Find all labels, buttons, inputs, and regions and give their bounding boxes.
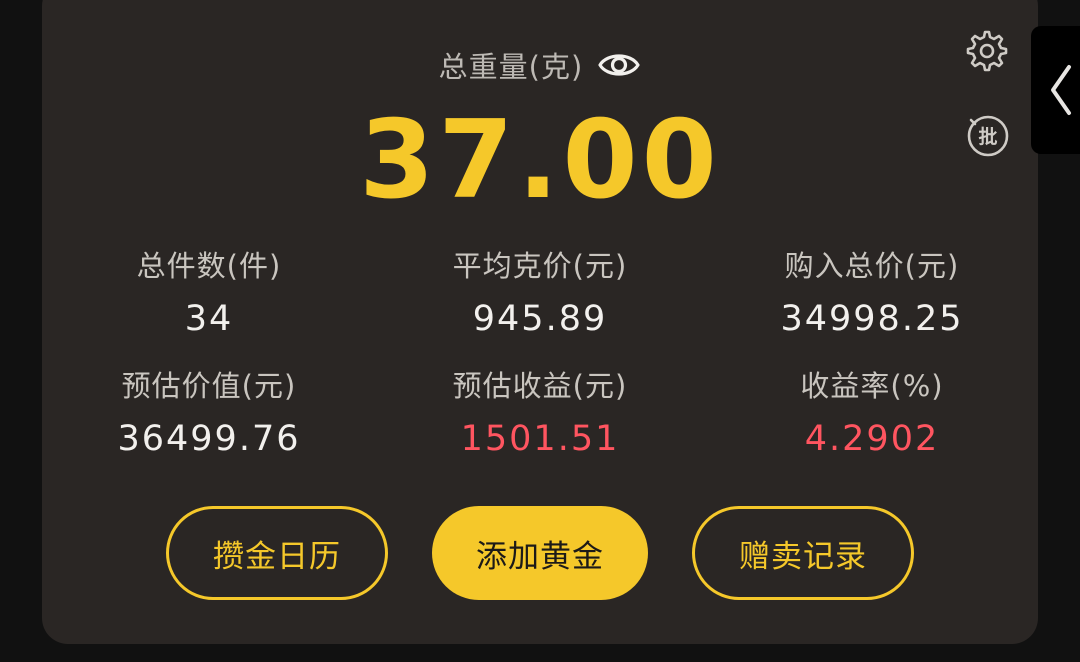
stat-value: 34 <box>184 299 234 339</box>
batch-glyph: 批 <box>978 126 997 148</box>
add-gold-button[interactable]: 添加黄金 <box>432 506 648 600</box>
total-weight-label: 总重量(克) <box>438 50 584 84</box>
stat-label: 收益率(%) <box>800 369 944 403</box>
stat-label: 预估价值(元) <box>121 369 297 403</box>
stat-value: 4.2902 <box>804 419 940 459</box>
stat-label: 总件数(件) <box>136 249 282 283</box>
stat-total-count: 总件数(件) 34 <box>59 246 359 342</box>
total-weight-value: 37.00 <box>359 98 721 223</box>
gift-sell-records-button[interactable]: 赠卖记录 <box>692 506 914 600</box>
gold-summary-page: 总重量(克) 37.00 批 总件数(件) 34 平均克价(元) 945.89 … <box>0 0 1080 662</box>
collapse-side-tab[interactable] <box>1031 26 1080 154</box>
stat-value: 36499.76 <box>117 419 301 459</box>
stat-value: 1501.51 <box>460 419 620 459</box>
stat-value: 34998.25 <box>780 299 964 339</box>
eye-icon[interactable] <box>597 48 641 82</box>
total-weight-header: 总重量(克) <box>0 44 1080 86</box>
stat-label: 购入总价(元) <box>784 249 960 283</box>
savings-calendar-button[interactable]: 攒金日历 <box>166 506 388 600</box>
stat-estimated-value: 预估价值(元) 36499.76 <box>59 366 359 462</box>
stat-value: 945.89 <box>472 299 608 339</box>
stat-label: 平均克价(元) <box>452 249 628 283</box>
chevron-left-icon <box>1051 65 1071 115</box>
stat-profit-rate: 收益率(%) 4.2902 <box>722 366 1022 462</box>
stat-label: 预估收益(元) <box>452 369 628 403</box>
batch-icon[interactable]: 批 <box>966 114 1010 158</box>
stat-avg-gram-price: 平均克价(元) 945.89 <box>390 246 690 342</box>
gear-icon[interactable] <box>966 30 1008 72</box>
stat-purchase-total: 购入总价(元) 34998.25 <box>722 246 1022 342</box>
stat-estimated-profit: 预估收益(元) 1501.51 <box>390 366 690 462</box>
